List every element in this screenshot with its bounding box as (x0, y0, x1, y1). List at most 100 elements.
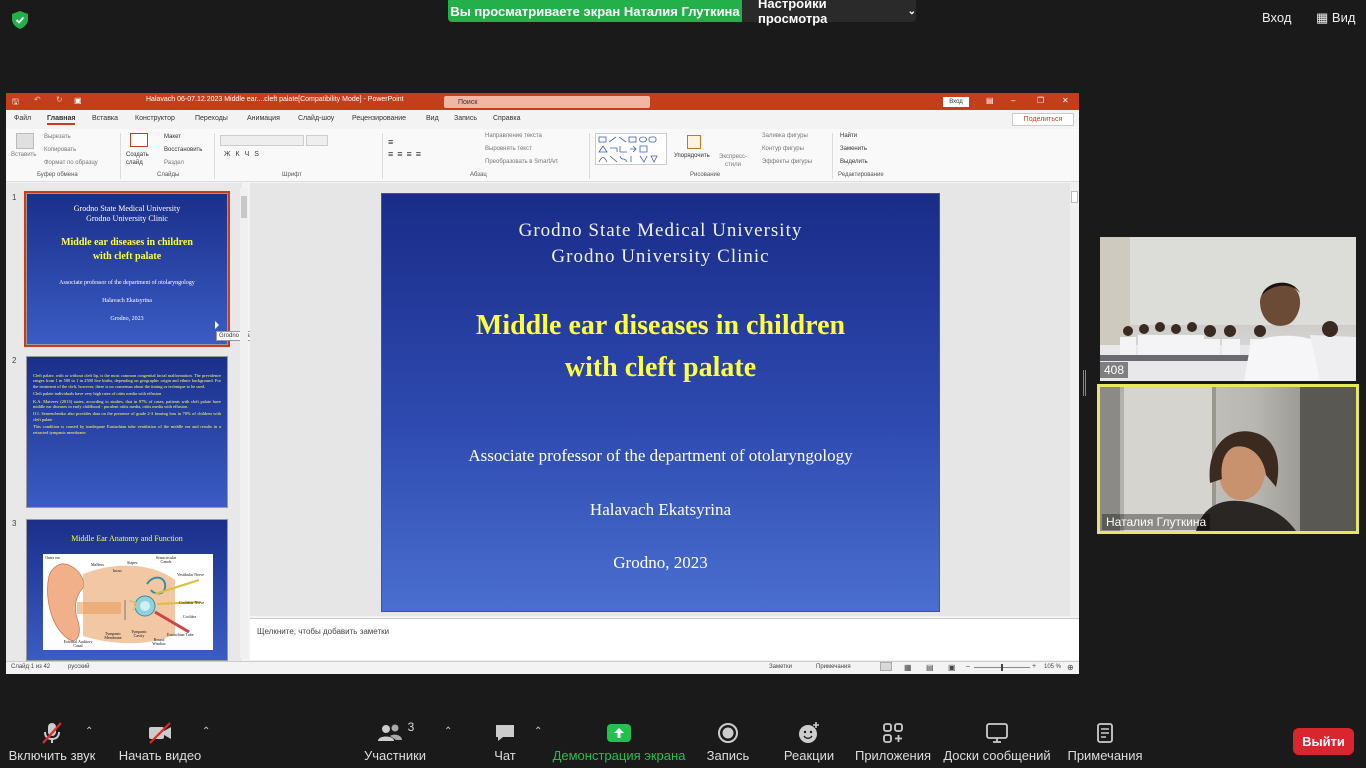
ribbon-separator (382, 133, 383, 179)
tab-view[interactable]: Вид (426, 115, 439, 122)
close-icon[interactable]: ✕ (1062, 96, 1069, 105)
zoom-slider-thumb[interactable] (1001, 664, 1003, 671)
thumbnails-scrollbar[interactable] (240, 188, 248, 658)
slide-sorter-icon[interactable]: ▦ (904, 663, 912, 672)
chat-options-caret[interactable]: ⌃ (534, 726, 542, 737)
paste-icon[interactable] (16, 133, 34, 149)
shape-outline-button[interactable]: Контур фигуры (762, 146, 804, 152)
zoom-level[interactable]: 105 % (1044, 664, 1061, 670)
font-family-select[interactable] (220, 135, 304, 146)
slideshow-view-icon[interactable]: ▣ (948, 663, 956, 672)
shield-icon[interactable] (12, 11, 28, 29)
record-label: Запись (706, 748, 750, 763)
bullets-icon[interactable]: ≡ (388, 137, 393, 147)
share-button[interactable]: Поделиться (1012, 113, 1074, 126)
tab-file[interactable]: Файл (14, 115, 31, 122)
arrange-icon[interactable] (687, 135, 701, 149)
tab-design[interactable]: Конструктор (135, 115, 175, 122)
exit-fullscreen-button[interactable]: Вход (1262, 10, 1291, 25)
notes-toggle[interactable]: Заметки (769, 664, 792, 670)
language-indicator[interactable]: русский (68, 664, 90, 670)
comments-toggle[interactable]: Примечания (816, 664, 851, 670)
slide-thumbnail-2[interactable]: Cleft palate, with or without cleft lip,… (26, 356, 228, 508)
tab-review[interactable]: Рецензирование (352, 115, 406, 122)
save-icon[interactable]: 🖫 (12, 96, 19, 110)
normal-view-icon[interactable] (880, 662, 892, 671)
tab-record[interactable]: Запись (454, 115, 477, 122)
scrollbar-thumb[interactable] (1071, 191, 1078, 203)
record-button[interactable]: Запись (704, 712, 752, 768)
shape-effects-button[interactable]: Эффекты фигуры (762, 159, 812, 165)
apps-button[interactable]: Приложения (854, 712, 932, 768)
tab-insert[interactable]: Вставка (92, 115, 118, 122)
participant-video-room[interactable]: 408 (1100, 237, 1356, 381)
smartart-button[interactable]: Преобразовать в SmartArt (485, 159, 558, 165)
ppt-search-box[interactable]: Поиск (444, 96, 650, 108)
section-button[interactable]: Раздел (164, 160, 184, 166)
leave-meeting-button[interactable]: Выйти (1293, 728, 1354, 755)
panel-resize-handle[interactable] (1083, 370, 1086, 396)
find-button[interactable]: Найти (840, 133, 857, 139)
quick-styles-button[interactable]: Экспресс-стили (716, 153, 750, 169)
copy-button[interactable]: Копировать (44, 147, 76, 153)
new-slide-button[interactable]: Создать слайд (126, 151, 152, 167)
font-style-buttons[interactable]: ЖКЧS (224, 151, 264, 158)
start-video-button[interactable]: Начать видео (118, 712, 202, 768)
undo-icon[interactable]: ↶ (34, 95, 41, 104)
zoom-out-icon[interactable]: – (966, 663, 970, 670)
font-size-select[interactable] (306, 135, 328, 146)
zoom-in-icon[interactable]: + (1032, 663, 1036, 670)
notes-button[interactable]: Примечания (1066, 712, 1144, 768)
participant-video-speaker[interactable]: Наталия Глуткина (1097, 384, 1359, 534)
shapes-gallery[interactable] (595, 133, 667, 165)
slide-counter: Слайд 1 из 42 (11, 664, 51, 670)
ppt-login-button[interactable]: Вход (943, 97, 969, 107)
view-settings-button[interactable]: Настройки просмотра ⌄ (742, 0, 916, 26)
mute-button[interactable]: Включить звук (8, 712, 96, 768)
align-text-button[interactable]: Выровнять текст (485, 146, 532, 152)
slideshow-icon[interactable]: ▣ (74, 96, 82, 105)
layout-button[interactable]: Макет (164, 134, 181, 140)
format-painter-button[interactable]: Формат по образцу (44, 160, 98, 166)
paste-button[interactable]: Вставить (11, 152, 36, 158)
minimize-icon[interactable]: – (1011, 96, 1015, 105)
select-button[interactable]: Выделить (840, 159, 868, 165)
participants-button[interactable]: 3 Участники (362, 712, 428, 768)
audio-options-caret[interactable]: ⌃ (85, 726, 93, 737)
reset-button[interactable]: Восстановить (164, 147, 202, 153)
tab-help[interactable]: Справка (493, 115, 520, 122)
editor-scrollbar[interactable] (1070, 183, 1079, 616)
view-button[interactable]: ▦ Вид (1316, 10, 1355, 26)
slide-thumbnail-3[interactable]: Middle Ear Anatomy and Function Outer ea… (26, 519, 228, 661)
notes-pane[interactable]: Щелкните, чтобы добавить заметки (250, 618, 1079, 660)
tab-transitions[interactable]: Переходы (195, 115, 228, 122)
participants-count: 3 (407, 720, 415, 734)
fit-slide-icon[interactable]: ⊕ (1067, 663, 1074, 672)
apps-icon (882, 720, 904, 746)
scrollbar-thumb[interactable] (241, 196, 247, 218)
new-slide-icon[interactable] (130, 133, 148, 147)
restore-icon[interactable]: ❐ (1037, 96, 1044, 105)
text-direction-button[interactable]: Направление текста (485, 133, 542, 139)
video-options-caret[interactable]: ⌃ (202, 726, 210, 737)
whiteboards-button[interactable]: Доски сообщений (943, 712, 1051, 768)
ribbon-separator (832, 133, 833, 179)
shape-fill-button[interactable]: Заливка фигуры (762, 133, 808, 139)
share-screen-button[interactable]: Демонстрация экрана (553, 712, 685, 768)
chat-button[interactable]: Чат (486, 712, 524, 768)
tab-animations[interactable]: Анимация (247, 115, 280, 122)
tab-home[interactable]: Главная (47, 115, 76, 125)
replace-button[interactable]: Заменить (840, 146, 867, 152)
reactions-button[interactable]: Реакции (782, 712, 836, 768)
start-video-label: Начать видео (118, 748, 202, 763)
arrange-button[interactable]: Упорядочить (674, 153, 710, 159)
reading-view-icon[interactable]: ▤ (926, 663, 934, 672)
slide-thumbnail-1[interactable]: Grodno State Medical University Grodno U… (24, 191, 230, 347)
cut-button[interactable]: Вырезать (44, 134, 71, 140)
redo-icon[interactable]: ↻ (56, 95, 63, 104)
ribbon-display-icon[interactable]: ▤ (986, 96, 994, 105)
participants-options-caret[interactable]: ⌃ (444, 726, 452, 737)
align-icons[interactable]: ≡≡≡≡ (388, 149, 425, 159)
current-slide[interactable]: Grodno State Medical University Grodno U… (381, 193, 940, 612)
tab-slideshow[interactable]: Слайд-шоу (298, 115, 334, 122)
